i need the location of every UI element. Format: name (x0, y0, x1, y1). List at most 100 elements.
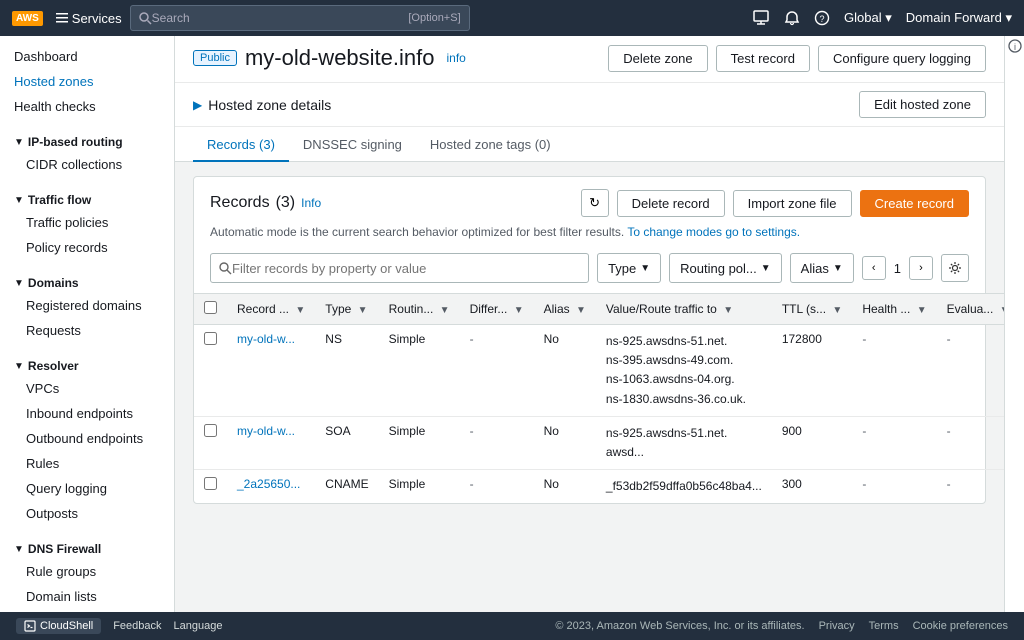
sidebar-item-rules[interactable]: Rules (0, 451, 174, 476)
settings-icon (948, 261, 962, 275)
record-differ-cell: - (460, 325, 534, 417)
sidebar-item-cidr-collections[interactable]: CIDR collections (0, 152, 174, 177)
footer-terms-link[interactable]: Terms (869, 620, 899, 632)
sidebar-item-dashboard[interactable]: Dashboard (0, 44, 174, 69)
resolver-arrow: ▼ (14, 361, 24, 372)
routing-policy-chevron: ▼ (761, 263, 771, 274)
type-filter-button[interactable]: Type ▼ (597, 253, 661, 283)
zone-details-toggle[interactable]: ▶ Hosted zone details (193, 97, 331, 113)
sidebar-item-inbound-endpoints[interactable]: Inbound endpoints (0, 401, 174, 426)
delete-zone-button[interactable]: Delete zone (608, 45, 707, 72)
row-checkbox[interactable] (204, 424, 217, 437)
sidebar-section-resolver[interactable]: ▼ Resolver (0, 351, 174, 376)
table-settings-button[interactable] (941, 254, 969, 282)
change-modes-link[interactable]: To change modes go to settings. (627, 225, 800, 239)
info-circle-icon: i (1008, 39, 1022, 53)
alias-filter-button[interactable]: Alias ▼ (790, 253, 854, 283)
record-type-cell: CNAME (315, 470, 378, 504)
col-type-sort-icon[interactable]: ▼ (358, 305, 368, 316)
footer-privacy-link[interactable]: Privacy (819, 620, 855, 632)
sidebar-section-traffic-flow[interactable]: ▼ Traffic flow (0, 185, 174, 210)
top-nav-right: ? Global ▾ Domain Forward ▾ (752, 9, 1012, 27)
cloudshell-button[interactable]: CloudShell (16, 618, 101, 634)
record-value-cell: ns-925.awsdns-51.net.ns-395.awsdns-49.co… (596, 325, 772, 417)
search-records-icon (219, 262, 232, 275)
sidebar-section-dns-firewall[interactable]: ▼ DNS Firewall (0, 534, 174, 559)
sidebar-item-query-logging[interactable]: Query logging (0, 476, 174, 501)
feedback-link[interactable]: Feedback (113, 620, 161, 632)
records-table: Record ... ▼ Type ▼ Routin... ▼ (194, 293, 1004, 503)
edit-hosted-zone-button[interactable]: Edit hosted zone (859, 91, 986, 118)
refresh-button[interactable]: ↻ (581, 189, 609, 217)
create-record-button[interactable]: Create record (860, 190, 969, 217)
tabs-bar: Records (3) DNSSEC signing Hosted zone t… (175, 127, 1004, 162)
col-health-sort-icon[interactable]: ▼ (917, 305, 927, 316)
sidebar-item-outbound-endpoints[interactable]: Outbound endpoints (0, 426, 174, 451)
global-search[interactable]: [Option+S] (130, 5, 470, 31)
sidebar-item-policy-records[interactable]: Policy records (0, 235, 174, 260)
col-ttl: TTL (s... ▼ (772, 294, 852, 325)
global-region[interactable]: Global ▾ (844, 10, 892, 26)
page-header: Public my-old-website.info info Delete z… (175, 31, 1004, 83)
monitor-icon[interactable] (752, 9, 770, 27)
aws-logo: AWS (12, 11, 43, 26)
sidebar-item-rule-groups[interactable]: Rule groups (0, 559, 174, 584)
col-ttl-sort-icon[interactable]: ▼ (832, 305, 842, 316)
select-all-checkbox[interactable] (204, 301, 217, 314)
search-input[interactable] (152, 11, 405, 25)
import-zone-file-button[interactable]: Import zone file (733, 190, 852, 217)
pagination-prev-button[interactable]: ‹ (862, 256, 886, 280)
records-subtitle: Automatic mode is the current search beh… (194, 225, 985, 247)
configure-query-logging-button[interactable]: Configure query logging (818, 45, 986, 72)
sidebar-item-requests[interactable]: Requests (0, 318, 174, 343)
sidebar-section-ip-routing[interactable]: ▼ IP-based routing (0, 127, 174, 152)
zone-details-arrow-icon: ▶ (193, 98, 202, 112)
sidebar-section-domains[interactable]: ▼ Domains (0, 268, 174, 293)
search-shortcut: [Option+S] (408, 12, 460, 24)
row-checkbox[interactable] (204, 332, 217, 345)
record-name-cell: my-old-w... (227, 325, 315, 417)
col-differ-sort-icon[interactable]: ▼ (514, 305, 524, 316)
tab-hosted-zone-tags[interactable]: Hosted zone tags (0) (416, 127, 565, 162)
row-checkbox[interactable] (204, 477, 217, 490)
sidebar-item-registered-domains[interactable]: Registered domains (0, 293, 174, 318)
col-type: Type ▼ (315, 294, 378, 325)
record-health-cell: - (852, 325, 936, 417)
record-evalua-cell: - (937, 416, 1004, 469)
col-evalua: Evalua... ▼ (937, 294, 1004, 325)
col-value-sort-icon[interactable]: ▼ (723, 305, 733, 316)
sidebar-item-traffic-policies[interactable]: Traffic policies (0, 210, 174, 235)
routing-policy-filter-button[interactable]: Routing pol... ▼ (669, 253, 782, 283)
tab-dnssec[interactable]: DNSSEC signing (289, 127, 416, 162)
right-panel: ‹ i (1004, 0, 1024, 640)
test-record-button[interactable]: Test record (716, 45, 810, 72)
col-record-sort-icon[interactable]: ▼ (295, 305, 305, 316)
record-evalua-cell: - (937, 470, 1004, 504)
col-alias-sort-icon[interactable]: ▼ (576, 305, 586, 316)
delete-record-button[interactable]: Delete record (617, 190, 725, 217)
footer-copyright: © 2023, Amazon Web Services, Inc. or its… (555, 620, 804, 632)
sidebar-item-hosted-zones[interactable]: Hosted zones (0, 69, 174, 94)
domain-forward[interactable]: Domain Forward ▾ (906, 10, 1012, 26)
record-ttl-cell: 172800 (772, 325, 852, 417)
bell-icon[interactable] (784, 10, 800, 26)
pagination-next-button[interactable]: › (909, 256, 933, 280)
record-routing-cell: Simple (379, 470, 460, 504)
services-button[interactable]: Services (55, 11, 122, 26)
tab-records[interactable]: Records (3) (193, 127, 289, 162)
records-info-link[interactable]: Info (301, 196, 321, 210)
col-routing-sort-icon[interactable]: ▼ (440, 305, 450, 316)
sidebar-item-outposts[interactable]: Outposts (0, 501, 174, 526)
sidebar-item-vpcs[interactable]: VPCs (0, 376, 174, 401)
language-link[interactable]: Language (174, 620, 223, 632)
search-records-wrap[interactable] (210, 253, 589, 283)
main-content: Route 53 › Hosted zones › my-old-website… (175, 0, 1004, 640)
public-badge: Public (193, 50, 237, 66)
sidebar-item-domain-lists[interactable]: Domain lists (0, 584, 174, 609)
footer-cookie-preferences-link[interactable]: Cookie preferences (913, 620, 1008, 632)
page-title-info-link[interactable]: info (446, 51, 465, 65)
search-records-input[interactable] (232, 261, 580, 276)
help-icon[interactable]: ? (814, 10, 830, 26)
sidebar-item-health-checks[interactable]: Health checks (0, 94, 174, 119)
right-panel-info-button[interactable]: i (1005, 36, 1024, 56)
